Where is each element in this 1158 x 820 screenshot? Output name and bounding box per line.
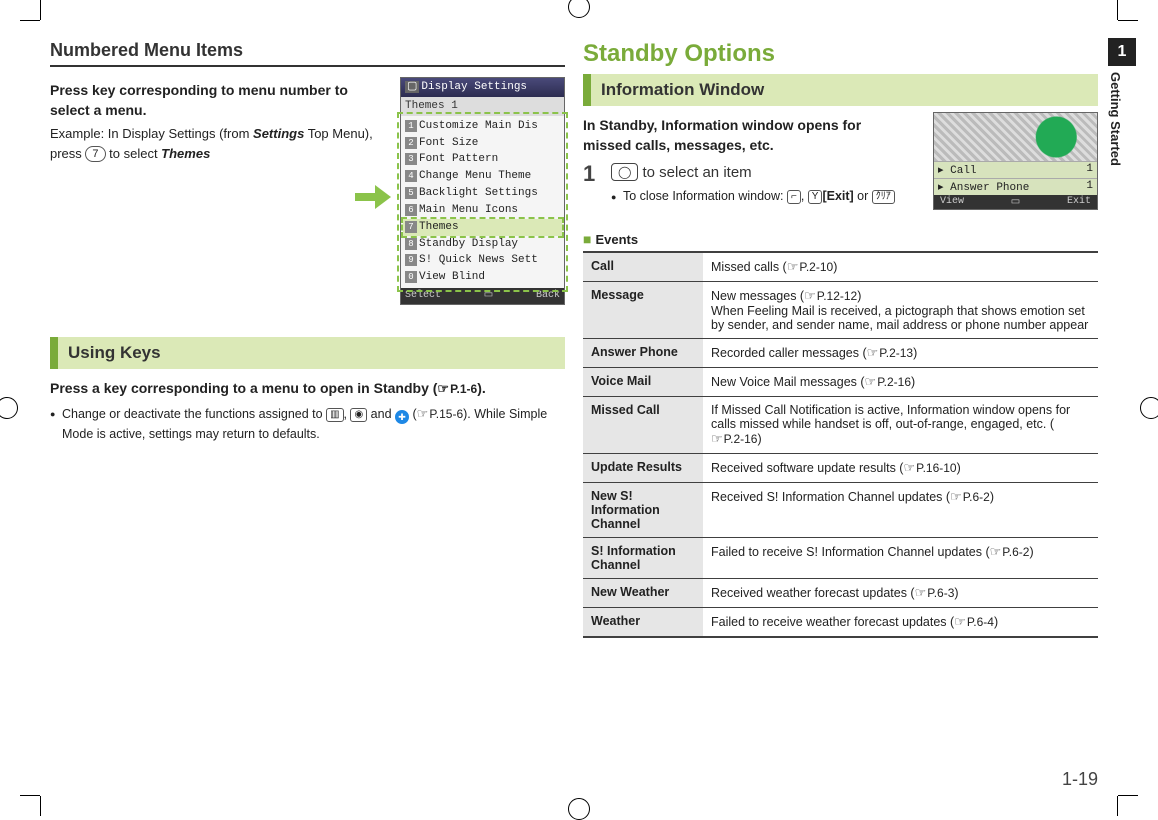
event-description: Received software update results (P.16-1… xyxy=(703,453,1098,482)
phone-menu-item: 1Customize Main Dis xyxy=(403,118,562,135)
instruction-line-2: Press a key corresponding to a menu to o… xyxy=(50,379,565,399)
table-row: New S! Information ChannelReceived S! In… xyxy=(583,482,1098,537)
page-ref: P.6-4 xyxy=(954,614,994,630)
info-window-screenshot: ▸ Call1 ▸ Answer Phone1 View ▭ Exit xyxy=(933,112,1098,210)
page-number: 1-19 xyxy=(1062,769,1098,790)
right-column: Standby Options Information Window In St… xyxy=(583,40,1098,786)
phone-softkey-left: Select xyxy=(405,289,441,303)
table-row: Missed CallIf Missed Call Notification i… xyxy=(583,396,1098,453)
event-name: Voice Mail xyxy=(583,367,703,396)
phone-menu-item: 6Main Menu Icons xyxy=(403,202,562,219)
page-ref: P.1-6 xyxy=(437,380,477,398)
page-ref: P.6-3 xyxy=(915,585,955,601)
page-ref: P.2-16 xyxy=(711,431,757,447)
intro-text: In Standby, Information window opens for… xyxy=(583,116,873,155)
arrow-icon xyxy=(355,185,393,209)
page-ref: P.16-10 xyxy=(903,460,956,476)
table-row: New WeatherReceived weather forecast upd… xyxy=(583,578,1098,607)
event-description: If Missed Call Notification is active, I… xyxy=(703,396,1098,453)
page-ref: P.12-12 xyxy=(804,288,857,304)
info-center-icon: ▭ xyxy=(1011,196,1020,208)
chapter-tab-label: Getting Started xyxy=(1108,66,1123,166)
phone-softkey-right: Back xyxy=(536,289,560,303)
section-title: Numbered Menu Items xyxy=(50,40,565,67)
event-name: Answer Phone xyxy=(583,338,703,367)
info-window-softkeys: View ▭ Exit xyxy=(934,195,1097,209)
event-name: New Weather xyxy=(583,578,703,607)
using-keys-heading: Using Keys xyxy=(50,337,565,369)
page-ref: P.2-13 xyxy=(867,345,913,361)
phone-softkeys: Select ▭ Back xyxy=(401,288,564,304)
table-row: Voice MailNew Voice Mail messages (P.2-1… xyxy=(583,367,1098,396)
key-icon: ▥ xyxy=(326,408,343,422)
event-description: New messages (P.12-12)When Feeling Mail … xyxy=(703,281,1098,338)
nav-select-icon: ◯ xyxy=(611,163,638,181)
phone-subtitle: Themes 1 xyxy=(401,97,564,116)
instruction-line-1: Press key corresponding to menu number t… xyxy=(50,81,390,120)
events-table: CallMissed calls (P.2-10)MessageNew mess… xyxy=(583,251,1098,638)
y-key-icon: Y xyxy=(808,190,823,204)
page-ref: P.2-16 xyxy=(865,374,911,390)
camera-key-icon: ◉ xyxy=(350,408,367,422)
phone-menu-item: 2Font Size xyxy=(403,135,562,152)
table-row: Update ResultsReceived software update r… xyxy=(583,453,1098,482)
event-name: Message xyxy=(583,281,703,338)
step-number: 1 xyxy=(583,163,605,185)
square-bullet-icon: ■ xyxy=(583,231,591,247)
info-window-image xyxy=(934,113,1097,161)
phone-center-icon: ▭ xyxy=(484,289,493,303)
event-name: S! Information Channel xyxy=(583,537,703,578)
event-description: Received S! Information Channel updates … xyxy=(703,482,1098,537)
table-row: MessageNew messages (P.12-12)When Feelin… xyxy=(583,281,1098,338)
event-description: Recorded caller messages (P.2-13) xyxy=(703,338,1098,367)
event-name: Call xyxy=(583,252,703,282)
end-key-icon: ⌐ xyxy=(787,190,801,204)
table-row: Answer PhoneRecorded caller messages (P.… xyxy=(583,338,1098,367)
clear-key-icon: ｸﾘｱ xyxy=(872,190,895,204)
info-softkey-left: View xyxy=(940,196,964,208)
event-description: New Voice Mail messages (P.2-16) xyxy=(703,367,1098,396)
phone-menu-item: 3Font Pattern xyxy=(403,151,562,168)
phone-menu-item: 0View Blind xyxy=(403,269,562,286)
example-line: Example: In Display Settings (from Setti… xyxy=(50,124,390,163)
event-name: Update Results xyxy=(583,453,703,482)
bullet-item: Change or deactivate the functions assig… xyxy=(50,404,565,444)
page-ref: P.2-10 xyxy=(787,259,833,275)
phone-title: ▢Display Settings xyxy=(401,78,564,97)
page-ref: P.6-2 xyxy=(990,544,1030,560)
table-row: WeatherFailed to receive weather forecas… xyxy=(583,607,1098,637)
event-description: Failed to receive weather forecast updat… xyxy=(703,607,1098,637)
event-name: New S! Information Channel xyxy=(583,482,703,537)
event-name: Missed Call xyxy=(583,396,703,453)
phone-menu-item: 7Themes xyxy=(403,219,562,236)
phone-menu-item: 5Backlight Settings xyxy=(403,185,562,202)
key-7-icon: 7 xyxy=(85,146,105,162)
event-description: Failed to receive S! Information Channel… xyxy=(703,537,1098,578)
phone-menu-list: 1Customize Main Dis2Font Size3Font Patte… xyxy=(401,116,564,288)
event-description: Received weather forecast updates (P.6-3… xyxy=(703,578,1098,607)
page-ref: P.15-6 xyxy=(417,404,463,424)
phone-screenshot: ▢Display Settings Themes 1 1Customize Ma… xyxy=(400,77,565,305)
left-column: Numbered Menu Items Press key correspond… xyxy=(50,40,565,786)
chapter-title: Standby Options xyxy=(583,40,1098,68)
table-row: S! Information ChannelFailed to receive … xyxy=(583,537,1098,578)
chapter-number-box: 1 xyxy=(1108,38,1136,66)
phone-menu-item: 4Change Menu Theme xyxy=(403,168,562,185)
page-ref: P.6-2 xyxy=(950,489,990,505)
nav-key-icon: ✚ xyxy=(395,410,409,424)
phone-menu-item: 9S! Quick News Sett xyxy=(403,252,562,269)
events-label: ■Events xyxy=(583,231,1098,247)
info-row-answer-phone: ▸ Answer Phone1 xyxy=(934,178,1097,195)
information-window-heading: Information Window xyxy=(583,74,1098,106)
info-softkey-right: Exit xyxy=(1067,196,1091,208)
table-row: CallMissed calls (P.2-10) xyxy=(583,252,1098,282)
event-description: Missed calls (P.2-10) xyxy=(703,252,1098,282)
chapter-tab: 1 Getting Started xyxy=(1108,38,1136,166)
info-row-call: ▸ Call1 xyxy=(934,161,1097,178)
step-text: to select an item xyxy=(642,164,751,181)
event-name: Weather xyxy=(583,607,703,637)
phone-menu-item: 8Standby Display xyxy=(403,236,562,253)
